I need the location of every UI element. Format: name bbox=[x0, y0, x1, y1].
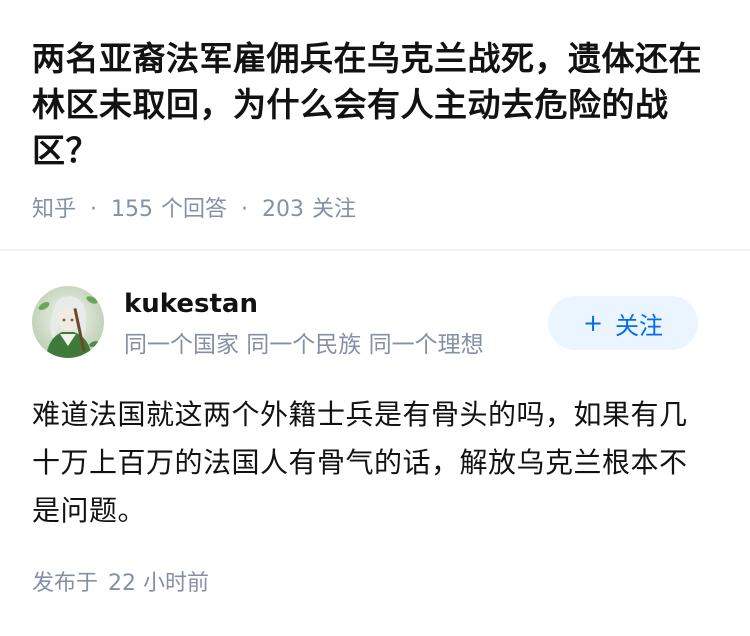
meta-separator: · bbox=[90, 197, 98, 222]
question-meta: 知乎 · 155 个回答 · 203 关注 bbox=[32, 195, 356, 225]
plus-icon: + bbox=[582, 309, 604, 337]
answers-label: 个回答 bbox=[161, 197, 228, 222]
answer-card: kukestan 同一个国家 同一个民族 同一个理想 + 关注 难道法国就这两个… bbox=[0, 251, 750, 636]
source-label[interactable]: 知乎 bbox=[32, 195, 76, 225]
author-name[interactable]: kukestan bbox=[124, 287, 258, 321]
answer-timestamp: 发布于 22 小时前 bbox=[32, 569, 209, 599]
avatar[interactable] bbox=[32, 286, 104, 358]
followers-label: 关注 bbox=[312, 197, 357, 222]
followers-count: 203 bbox=[262, 197, 305, 222]
question-title[interactable]: 两名亚裔法军雇佣兵在乌克兰战死，遗体还在林区未取回，为什么会有人主动去危险的战区… bbox=[32, 36, 718, 174]
follow-button[interactable]: + 关注 bbox=[548, 296, 698, 350]
answers-count: 155 bbox=[111, 197, 154, 222]
avatar-image bbox=[32, 286, 104, 358]
published-label: 发布于 bbox=[32, 571, 99, 596]
answer-content[interactable]: 难道法国就这两个外籍士兵是有骨头的吗，如果有几十万上百万的法国人有骨气的话，解放… bbox=[32, 391, 712, 535]
author-bio: 同一个国家 同一个民族 同一个理想 bbox=[124, 332, 484, 358]
published-time: 22 小时前 bbox=[108, 571, 210, 596]
follow-button-label: 关注 bbox=[615, 311, 664, 340]
meta-separator: · bbox=[241, 197, 249, 222]
question-header: 两名亚裔法军雇佣兵在乌克兰战死，遗体还在林区未取回，为什么会有人主动去危险的战区… bbox=[0, 0, 750, 246]
